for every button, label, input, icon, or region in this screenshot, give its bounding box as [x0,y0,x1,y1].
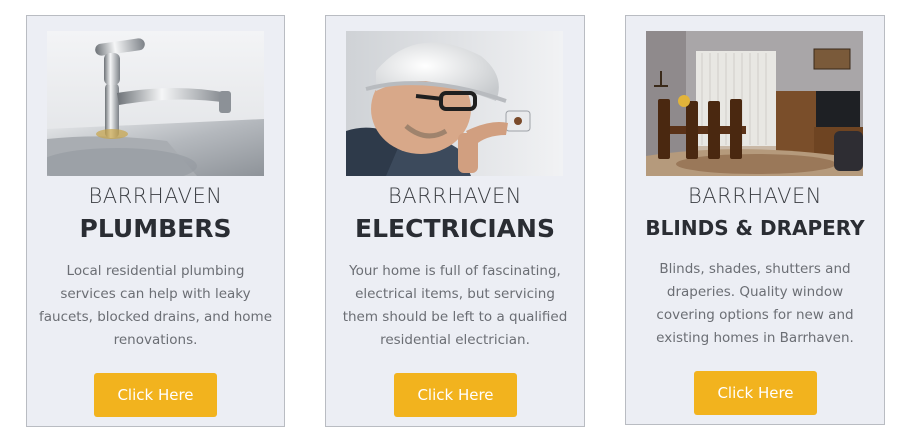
card-service-title: ELECTRICIANS [355,214,555,243]
blinds-drapery-image [646,31,863,176]
card-city: BARRHAVEN [88,184,223,208]
card-service-title: PLUMBERS [79,214,232,243]
card-description: Blinds, shades, shutters and draperies. … [656,261,854,346]
service-card-electricians: BARRHAVEN ELECTRICIANS Your home is full… [325,15,585,427]
card-service-title: BLINDS & DRAPERY [645,216,865,240]
card-city: BARRHAVEN [688,184,822,208]
service-card-blinds-drapery: BARRHAVEN BLINDS & DRAPERY Blinds, shade… [625,15,885,425]
service-card-plumbers: BARRHAVEN PLUMBERS Local residential plu… [26,15,285,427]
click-here-button[interactable]: Click Here [694,371,817,415]
electricians-image [346,31,563,176]
click-here-button[interactable]: Click Here [394,373,517,417]
card-description: Your home is full of fascinating, electr… [342,263,568,348]
click-here-button[interactable]: Click Here [94,373,217,417]
plumbers-image [47,31,264,176]
card-description: Local residential plumbing services can … [39,263,273,348]
card-city: BARRHAVEN [388,184,522,208]
